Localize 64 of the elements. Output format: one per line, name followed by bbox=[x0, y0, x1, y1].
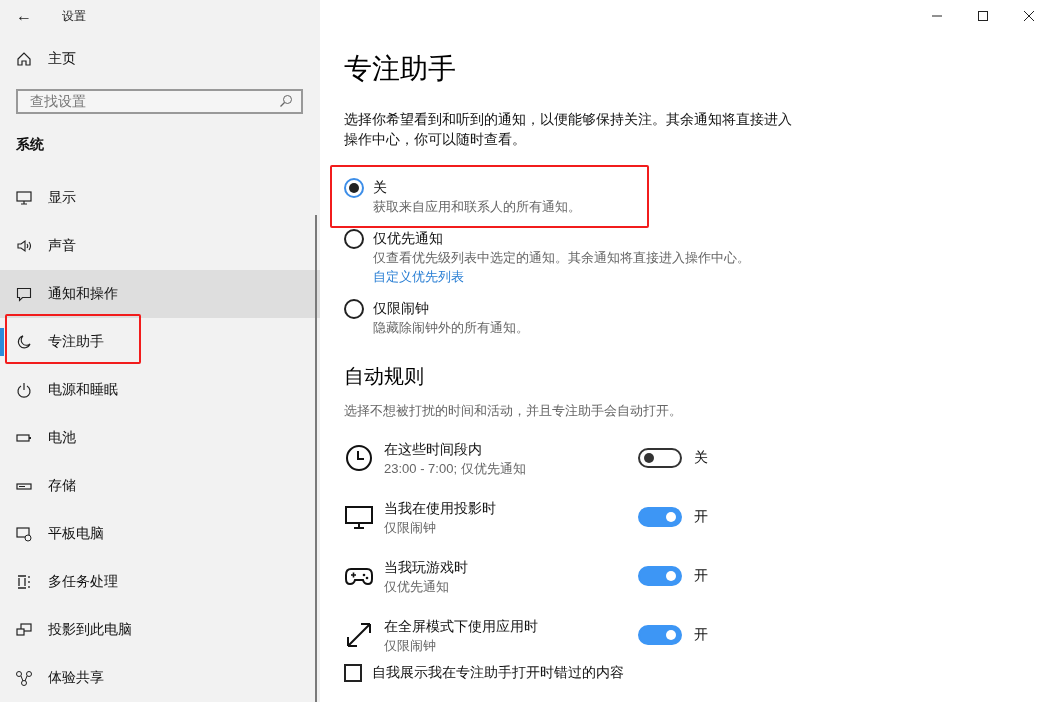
rule-description: 23:00 - 7:00; 仅优先通知 bbox=[384, 459, 527, 478]
rule-label: 当我在使用投影时 bbox=[384, 498, 497, 518]
section-description: 选择不想被打扰的时间和活动，并且专注助手会自动打开。 bbox=[344, 402, 683, 420]
option-description: 获取来自应用和联系人的所有通知。 bbox=[373, 198, 581, 216]
rule-label: 在这些时间段内 bbox=[384, 439, 483, 459]
rule-description: 仅限闹钟 bbox=[384, 636, 437, 655]
toggle-state: 开 bbox=[694, 567, 708, 585]
customize-link[interactable]: 自定义优先列表 bbox=[373, 267, 464, 286]
power-icon bbox=[16, 382, 32, 398]
window-title: 设置 bbox=[62, 7, 86, 25]
speaker-icon bbox=[16, 238, 32, 254]
nav-item[interactable]: 投影到此电脑 bbox=[0, 606, 320, 654]
nav-item[interactable]: 电源和睡眠 bbox=[0, 366, 320, 414]
nav-item[interactable]: 存储 bbox=[0, 462, 320, 510]
search-field[interactable]: 查找设置 bbox=[16, 88, 303, 114]
nav-item[interactable]: 电池 bbox=[0, 414, 320, 462]
rule-label: 当我玩游戏时 bbox=[384, 557, 469, 577]
nav-item[interactable]: 专注助手 bbox=[0, 318, 320, 366]
description: 选择你希望看到和听到的通知，以便能够保持关注。其余通知将直接进入操作中心，你可以随时查看。 bbox=[344, 110, 793, 149]
message-icon bbox=[16, 286, 32, 302]
maximize-icon bbox=[977, 10, 989, 22]
option-description: 隐藏除闹钟外的所有通知。 bbox=[373, 319, 529, 337]
multitask-icon bbox=[16, 574, 32, 590]
tablet-icon bbox=[16, 526, 32, 542]
diagonal-arrow-icon bbox=[344, 620, 374, 650]
nav-item[interactable]: 多任务处理 bbox=[0, 558, 320, 606]
nav-item[interactable]: 体验共享 bbox=[0, 654, 320, 702]
rule-description: 仅限闹钟 bbox=[384, 518, 437, 537]
toggle-switch[interactable] bbox=[638, 448, 682, 468]
home-link[interactable]: 主页 bbox=[16, 49, 76, 69]
nav-item[interactable]: 平板电脑 bbox=[0, 510, 320, 558]
page-title: 专注助手 bbox=[344, 52, 457, 86]
toggle-state: 开 bbox=[694, 508, 708, 526]
clock-icon bbox=[344, 443, 374, 473]
checkbox-label: 自我展示我在专注助手打开时错过的内容 bbox=[372, 664, 624, 682]
checkbox[interactable] bbox=[344, 664, 362, 682]
option-label: 关 bbox=[373, 178, 388, 197]
back-button[interactable]: ← bbox=[0, 0, 48, 32]
project-icon bbox=[16, 622, 32, 638]
option-label: 仅限闹钟 bbox=[373, 299, 430, 318]
rule-description: 仅优先通知 bbox=[384, 577, 450, 596]
radio-button[interactable] bbox=[344, 178, 364, 198]
share-icon bbox=[16, 670, 32, 686]
home-icon bbox=[16, 50, 32, 67]
toggle-switch[interactable] bbox=[638, 507, 682, 527]
radio-button[interactable] bbox=[344, 299, 364, 319]
monitor-icon bbox=[16, 190, 32, 206]
radio-button[interactable] bbox=[344, 229, 364, 249]
option-description: 仅查看优先级列表中选定的通知。其余通知将直接进入操作中心。 bbox=[373, 249, 750, 267]
rule-label: 在全屏模式下使用应用时 bbox=[384, 616, 539, 636]
nav-item[interactable]: 通知和操作 bbox=[0, 270, 320, 318]
close-icon bbox=[1023, 10, 1035, 22]
toggle-state: 开 bbox=[694, 626, 708, 644]
toggle-state: 关 bbox=[694, 449, 708, 467]
section-heading: 自动规则 bbox=[344, 364, 425, 389]
search-icon bbox=[279, 94, 293, 109]
toggle-switch[interactable] bbox=[638, 566, 682, 586]
nav-item[interactable]: 声音 bbox=[0, 222, 320, 270]
moon-icon bbox=[16, 334, 32, 350]
search-input[interactable]: 查找设置 bbox=[28, 92, 279, 111]
section-heading: 系统 bbox=[16, 136, 45, 154]
nav-item[interactable]: 显示 bbox=[0, 174, 320, 222]
toggle-switch[interactable] bbox=[638, 625, 682, 645]
option-label: 仅优先通知 bbox=[373, 229, 444, 248]
